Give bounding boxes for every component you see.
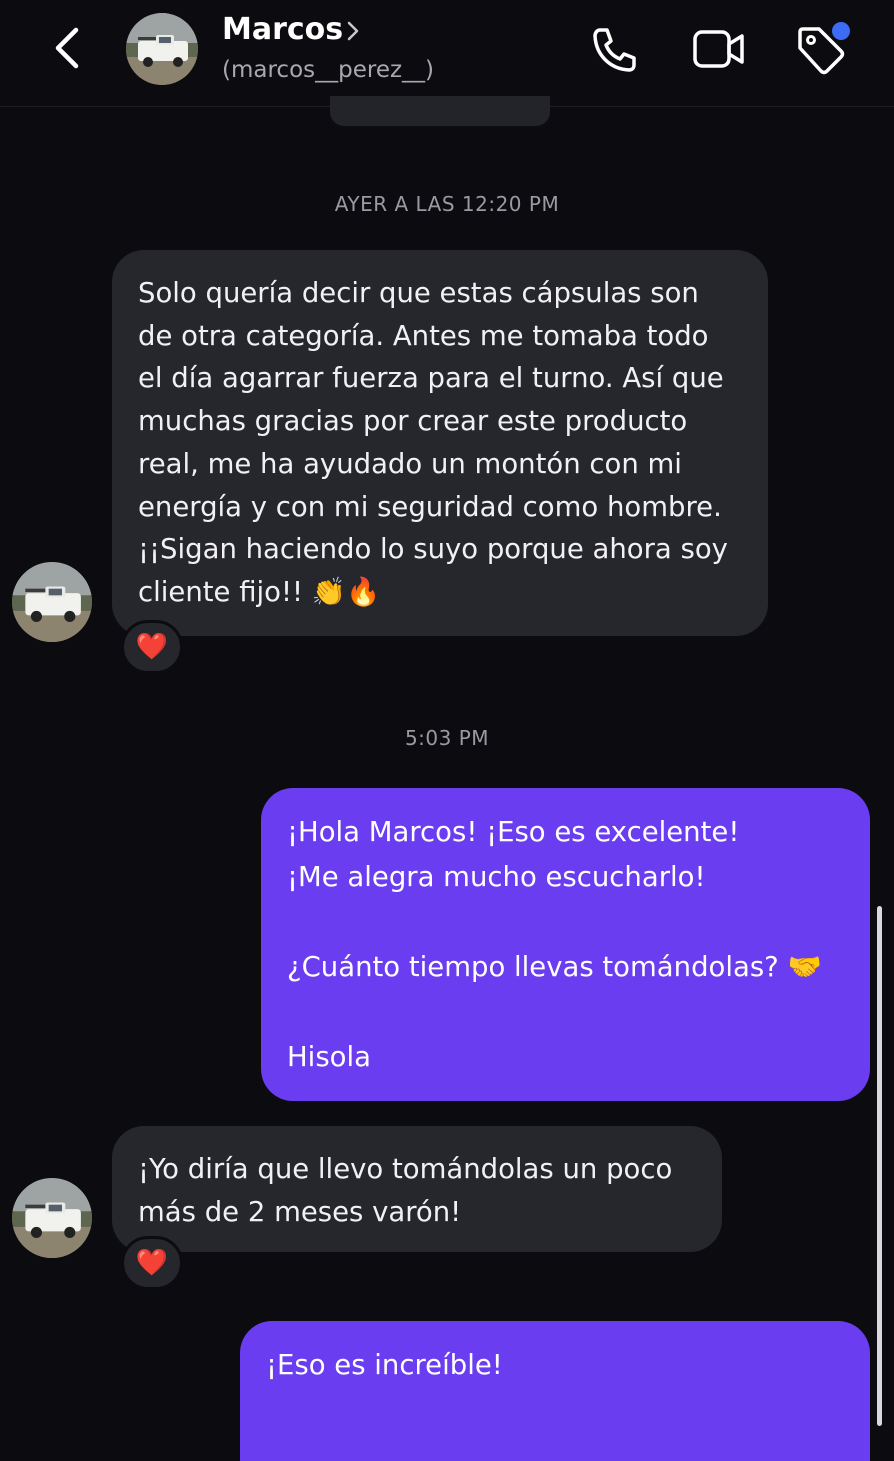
timestamp: 5:03 PM xyxy=(404,726,490,750)
notification-dot xyxy=(832,22,850,40)
chevron-right-icon[interactable] xyxy=(344,18,362,44)
heart-icon: ❤️ xyxy=(135,632,169,662)
contact-avatar[interactable] xyxy=(126,13,198,85)
incoming-message[interactable]: ¡Yo diría que llevo tomándolas un poco m… xyxy=(112,1126,722,1252)
chevron-left-icon xyxy=(55,27,79,69)
heart-reaction[interactable]: ❤️ xyxy=(121,1236,183,1290)
video-call-button[interactable] xyxy=(690,22,746,78)
contact-handle: (marcos__perez__) xyxy=(222,57,435,83)
chat-header: Marcos (marcos__perez__) xyxy=(0,0,894,107)
back-button[interactable] xyxy=(44,22,92,74)
scrollbar[interactable] xyxy=(877,906,882,1426)
contact-name[interactable]: Marcos xyxy=(222,12,343,47)
outgoing-message[interactable]: ¡Hola Marcos! ¡Eso es excelente! ¡Me ale… xyxy=(261,788,870,1101)
call-button[interactable] xyxy=(586,22,642,78)
sender-avatar[interactable] xyxy=(12,1178,92,1258)
phone-icon xyxy=(593,28,636,72)
outgoing-message[interactable]: ¡Eso es increíble! xyxy=(240,1321,870,1461)
timestamp: AYER A LAS 12:20 PM xyxy=(334,192,560,216)
sender-avatar[interactable] xyxy=(12,562,92,642)
heart-icon: ❤️ xyxy=(135,1248,169,1278)
heart-reaction[interactable]: ❤️ xyxy=(121,620,183,674)
video-camera-icon xyxy=(693,30,744,68)
previous-message-edge[interactable] xyxy=(330,96,550,126)
incoming-message[interactable]: Solo quería decir que estas cápsulas son… xyxy=(112,250,768,636)
